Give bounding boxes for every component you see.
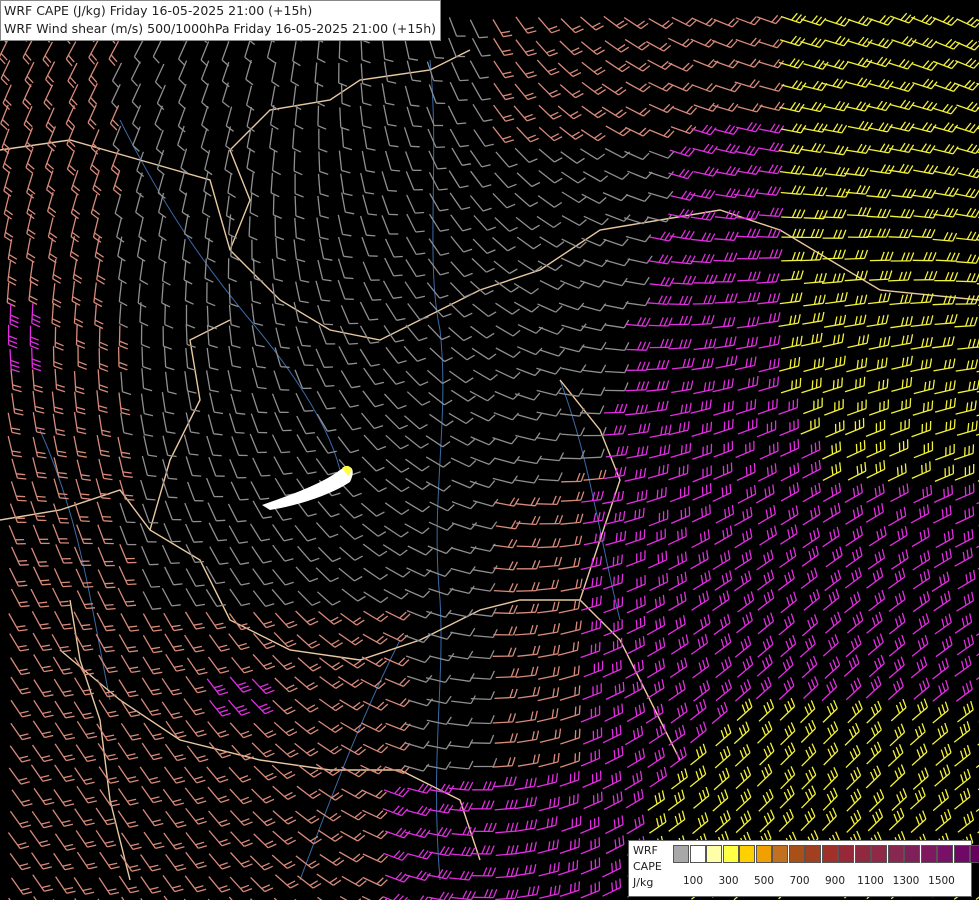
legend-swatch: [887, 845, 904, 863]
legend-tick-label: 300: [718, 875, 739, 887]
legend-tick-label: 1300: [892, 875, 920, 887]
legend-swatch: [739, 845, 755, 863]
legend-swatch: [772, 845, 788, 863]
legend-tick-label: 500: [753, 875, 775, 887]
wind-shear-map: [0, 0, 979, 900]
header-shear-title: WRF Wind shear (m/s) 500/1000hPa Friday …: [4, 21, 437, 36]
legend-swatch: [953, 845, 970, 863]
legend-swatch: [871, 845, 887, 863]
legend-swatch: [854, 845, 871, 863]
legend-swatch: [805, 845, 821, 863]
legend-swatch: [838, 845, 854, 863]
map-header: WRF CAPE (J/kg) Friday 16-05-2025 21:00 …: [0, 0, 442, 41]
legend-swatch: [706, 845, 722, 863]
legend-tick-label: 100: [682, 875, 704, 887]
legend-label-variable: CAPE: [633, 860, 662, 873]
legend-swatch: [821, 845, 838, 863]
legend-swatch: [920, 845, 937, 863]
legend-tick-label: 700: [789, 875, 810, 887]
legend-swatch: [722, 845, 739, 863]
legend-tick-label: 1500: [928, 875, 955, 887]
legend-swatch: [970, 845, 979, 863]
legend-swatch: [904, 845, 920, 863]
legend-tick-label: 900: [824, 875, 846, 887]
legend-swatch: [755, 845, 772, 863]
legend-label-model: WRF: [633, 844, 658, 857]
header-cape-title: WRF CAPE (J/kg) Friday 16-05-2025 21:00 …: [4, 3, 313, 18]
legend-swatch: [689, 845, 706, 863]
legend-swatch: [788, 845, 805, 863]
cape-legend: WRF CAPE J/kg 100 300 500 700 900 1100 1300 150…: [628, 840, 979, 897]
legend-tick-label: 1100: [857, 875, 884, 887]
legend-swatch: [673, 845, 689, 863]
legend-label-unit: J/kg: [633, 876, 654, 889]
legend-swatch: [937, 845, 953, 863]
